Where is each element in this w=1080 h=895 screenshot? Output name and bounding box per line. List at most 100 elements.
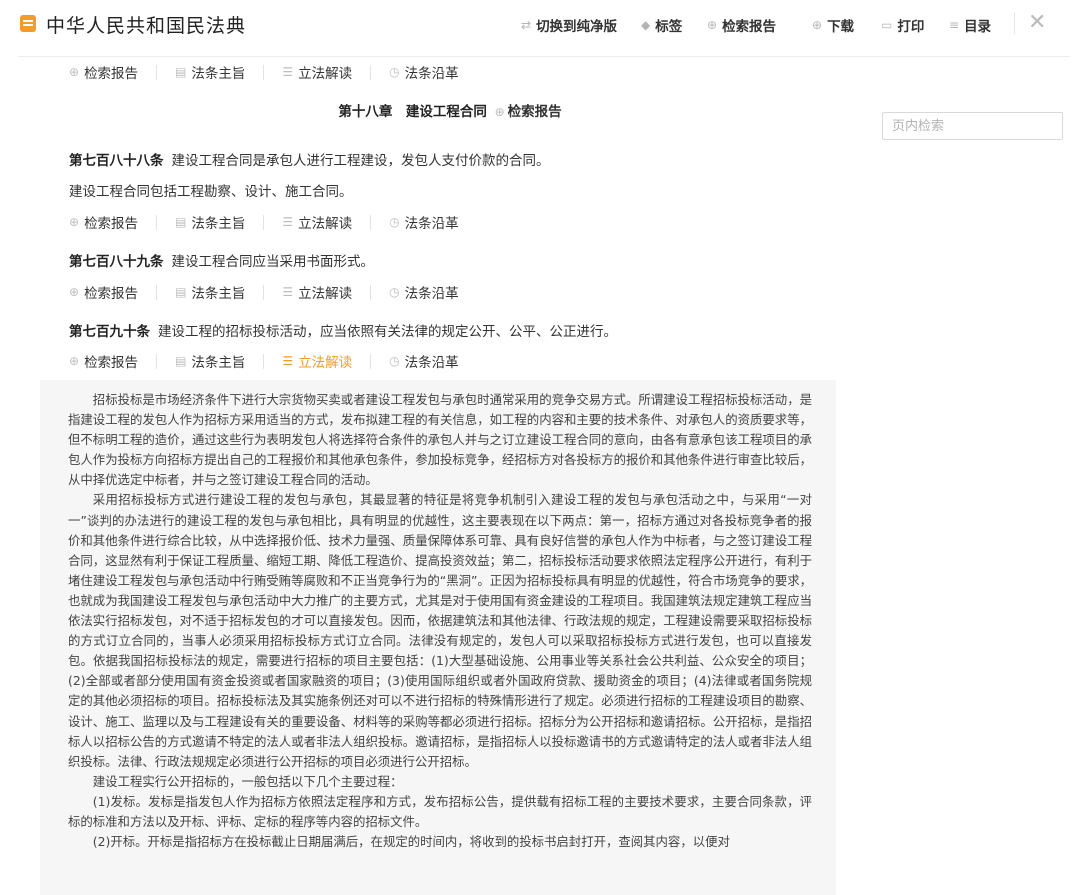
document-icon: ▤ — [175, 354, 187, 368]
toolbar-divider — [1014, 12, 1015, 34]
download-button[interactable]: ⊕ 下载 — [812, 15, 854, 35]
document-icon: ▤ — [175, 215, 187, 229]
link-purpose-label: 法条主旨 — [191, 216, 246, 232]
lines-icon: ☰ — [282, 285, 294, 299]
article-text: 建设工程合同是承包人进行工程建设，发包人支付价款的合同。 — [171, 153, 550, 169]
link-history-label: 法条沿革 — [404, 355, 459, 371]
interpretation-paragraph: 招标投标是市场经济条件下进行大宗货物买卖或者建设工程发包与承包时通常采用的竞争交… — [68, 392, 812, 488]
top-bar: 中华人民共和国民法典 ⇄ 切换到纯净版 ◆ 标签 ⊕ 检索报告 ⊕ 下载 ▭ 打… — [0, 0, 1080, 48]
plus-circle-icon: ⊕ — [707, 18, 718, 32]
link-purpose-label: 法条主旨 — [191, 355, 246, 371]
article-text: 建设工程合同包括工程勘察、设计、施工合同。 — [69, 184, 353, 200]
link-history-label: 法条沿革 — [404, 216, 459, 232]
report-button[interactable]: ⊕ 检索报告 — [707, 15, 776, 35]
interpretation-paragraph: 建设工程实行公开招标的，一般包括以下几个主要过程： — [92, 773, 403, 789]
toc-label: 目录 — [964, 19, 992, 35]
link-report-label: 检索报告 — [84, 286, 139, 302]
link-report-label: 检索报告 — [84, 216, 139, 232]
clock-icon: ◷ — [389, 354, 400, 368]
chapter-report-link[interactable]: 检索报告 — [508, 104, 562, 120]
plus-circle-icon: ⊕ — [69, 354, 80, 368]
clock-icon: ◷ — [389, 65, 400, 79]
clock-icon: ◷ — [389, 285, 400, 299]
document-icon: ▤ — [175, 65, 187, 79]
article-789: 第七百八十九条 建设工程合同应当采用书面形式。 — [69, 250, 374, 270]
link-history[interactable]: ◷ 法条沿革 — [389, 62, 458, 82]
article-790: 第七百九十条 建设工程的招标投标活动，应当依照有关法律的规定公开、公平、公正进行。 — [69, 320, 617, 340]
link-report[interactable]: ⊕ 检索报告 — [69, 351, 138, 371]
link-divider — [263, 64, 265, 80]
link-purpose[interactable]: ▤ 法条主旨 — [175, 351, 245, 371]
link-report-label: 检索报告 — [84, 355, 139, 371]
link-interpretation-active[interactable]: ☰ 立法解读 — [282, 351, 352, 371]
chapter-heading: 第十八章 建设工程合同 ⊕ 检索报告 — [0, 100, 900, 120]
link-divider — [156, 284, 158, 300]
link-purpose-label: 法条主旨 — [191, 286, 246, 302]
plus-circle-icon: ⊕ — [494, 105, 505, 119]
lines-icon: ☰ — [282, 215, 294, 229]
link-divider — [156, 353, 158, 369]
link-report[interactable]: ⊕ 检索报告 — [69, 62, 138, 82]
plus-circle-icon: ⊕ — [69, 65, 80, 79]
link-purpose-label: 法条主旨 — [191, 66, 246, 82]
link-report[interactable]: ⊕ 检索报告 — [69, 212, 138, 232]
link-interpretation[interactable]: ☰ 立法解读 — [282, 212, 352, 232]
article-788-paragraph-2: 建设工程合同包括工程勘察、设计、施工合同。 — [69, 180, 353, 200]
interpretation-paragraph: 采用招标投标方式进行建设工程的发包与承包，其最显著的特征是将竞争机制引入建设工程… — [68, 492, 812, 769]
link-history-label: 法条沿革 — [404, 286, 459, 302]
article-number: 第七百八十九条 — [69, 254, 164, 270]
link-purpose[interactable]: ▤ 法条主旨 — [175, 62, 245, 82]
link-interpretation[interactable]: ☰ 立法解读 — [282, 62, 352, 82]
list-icon: ≡ — [949, 18, 960, 32]
link-divider — [156, 214, 158, 230]
link-report[interactable]: ⊕ 检索报告 — [69, 282, 138, 302]
printer-icon: ▭ — [881, 18, 893, 32]
app-title: 中华人民共和国民法典 — [46, 15, 247, 37]
link-interpretation-label: 立法解读 — [298, 286, 353, 302]
article-text: 建设工程合同应当采用书面形式。 — [171, 254, 375, 270]
print-label: 打印 — [897, 19, 925, 35]
page-search-input[interactable] — [882, 112, 1063, 140]
download-icon: ⊕ — [812, 18, 823, 32]
toc-button[interactable]: ≡ 目录 — [949, 15, 991, 35]
lines-icon: ☰ — [282, 354, 294, 368]
link-interpretation[interactable]: ☰ 立法解读 — [282, 282, 352, 302]
link-history[interactable]: ◷ 法条沿革 — [389, 351, 458, 371]
link-purpose[interactable]: ▤ 法条主旨 — [175, 282, 245, 302]
link-history[interactable]: ◷ 法条沿革 — [389, 282, 458, 302]
article-788: 第七百八十八条 建设工程合同是承包人进行工程建设，发包人支付价款的合同。 — [69, 149, 550, 169]
plus-circle-icon: ⊕ — [69, 285, 80, 299]
link-divider — [156, 64, 158, 80]
article-number: 第七百八十八条 — [69, 153, 164, 169]
switch-clean-version-button[interactable]: ⇄ 切换到纯净版 — [521, 15, 617, 35]
tag-icon: ◆ — [641, 18, 651, 32]
chapter-title: 第十八章 建设工程合同 — [338, 104, 487, 120]
article-links-previous: ⊕ 检索报告 ▤ 法条主旨 ☰ 立法解读 ◷ 法条沿革 — [69, 62, 459, 82]
article-text: 建设工程的招标投标活动，应当依照有关法律的规定公开、公平、公正进行。 — [158, 324, 617, 340]
link-history-label: 法条沿革 — [404, 66, 459, 82]
print-button[interactable]: ▭ 打印 — [881, 15, 924, 35]
interpretation-paragraph: (2)开标。开标是指招标方在投标截止日期届满后，在规定的时间内，将收到的投标书启… — [92, 834, 730, 850]
link-interpretation-label: 立法解读 — [298, 355, 353, 371]
link-divider — [370, 353, 372, 369]
plus-circle-icon: ⊕ — [69, 215, 80, 229]
close-icon[interactable]: ✕ — [1028, 10, 1046, 35]
download-label: 下载 — [827, 19, 855, 35]
link-divider — [263, 353, 265, 369]
lines-icon: ☰ — [282, 65, 294, 79]
link-divider — [370, 284, 372, 300]
clock-icon: ◷ — [389, 215, 400, 229]
tags-label: 标签 — [655, 19, 683, 35]
link-divider — [370, 214, 372, 230]
link-history[interactable]: ◷ 法条沿革 — [389, 212, 458, 232]
link-interpretation-label: 立法解读 — [298, 66, 353, 82]
interpretation-paragraph: (1)发标。发标是指发包人作为招标方依照法定程序和方式，发布招标公告，提供载有招… — [68, 793, 812, 829]
header-divider — [18, 56, 1070, 57]
document-icon: ▤ — [175, 285, 187, 299]
article-links-790: ⊕ 检索报告 ▤ 法条主旨 ☰ 立法解读 ◷ 法条沿革 — [69, 351, 459, 371]
link-divider — [263, 284, 265, 300]
swap-icon: ⇄ — [521, 18, 532, 32]
link-purpose[interactable]: ▤ 法条主旨 — [175, 212, 245, 232]
report-label: 检索报告 — [722, 19, 777, 35]
tags-button[interactable]: ◆ 标签 — [641, 15, 682, 35]
